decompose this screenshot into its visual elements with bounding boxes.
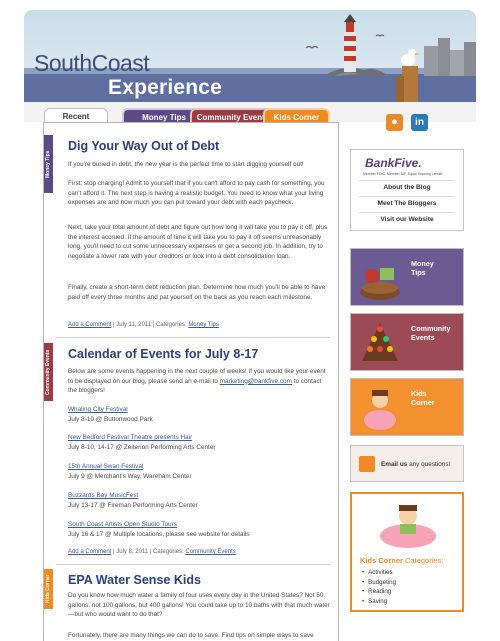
post-paragraph: Finally, create a short-term debt reduct… [68, 284, 326, 301]
meet-bloggers-link[interactable]: Meet The Bloggers [351, 200, 463, 207]
cat-line: Tips [411, 268, 426, 277]
post-paragraph: Fortunately, there are many things we ca… [68, 632, 314, 639]
kids-corner-categories: Kids Corner Categories: Activities Budge… [350, 492, 464, 612]
post-date: | July 8, 2011 | Categories: [113, 549, 184, 555]
money-tips-label: Money Tips [411, 259, 434, 277]
visit-website-link[interactable]: Visit our Website [351, 216, 463, 223]
category-ribbon: Money Tips [44, 135, 53, 193]
cat-line: Community [411, 324, 451, 333]
bank-disclaimer: Member FDIC. Member DIF. Equal Housing L… [363, 172, 444, 176]
post-divider [56, 564, 330, 565]
divider [359, 180, 455, 181]
post-paragraph: First: stop charging! Admit to yourself … [68, 180, 325, 207]
kids-title-rest: Categories: [405, 556, 444, 565]
money-tips-box[interactable]: Money Tips [350, 248, 464, 306]
event-when: July 8-10, 14-17 @ Zeiterion Performing … [68, 443, 216, 451]
category-ribbon-label: Community Events [45, 349, 51, 395]
event-link[interactable]: Whaling City Festival [68, 406, 128, 413]
category-link[interactable]: Community Events [185, 549, 235, 555]
tab-bar: Recent Money Tips Community Events Kids … [24, 102, 476, 124]
event-when: July 8-10 @ Buttonwood Park [68, 415, 153, 423]
kids-categories-list: Activities Budgeting Reading Saving [362, 568, 396, 606]
bank-box: BankFive. Member FDIC. Member DIF. Equal… [350, 149, 464, 231]
logo-southcoast[interactable]: SouthCoast [34, 50, 150, 77]
posts-panel: Money Tips Dig Your Way Out of Debt If y… [43, 122, 339, 641]
post-meta: Add a Comment | July 11, 2011 | Categori… [68, 322, 219, 328]
kids-category-item[interactable]: Budgeting [362, 578, 396, 588]
kids-categories-title: Kids Corner Categories: [360, 556, 443, 565]
kids-category-item[interactable]: Saving [362, 597, 396, 607]
email-us-bold[interactable]: Email us [381, 461, 407, 468]
bankfive-logo[interactable]: BankFive. [365, 156, 422, 170]
event-when: July 16 & 17 @ Multiple locations, pleas… [68, 530, 250, 538]
event-item: Buzzards Bay MusicFest July 13-17 @ Fire… [68, 491, 330, 510]
post-paragraph: If you're buried in debt, the new year i… [68, 161, 304, 168]
event-item: New Bedford Festival Theatre presents Ha… [68, 433, 330, 452]
cat-line: Money [411, 259, 434, 268]
post-title[interactable]: Calendar of Events for July 8-17 [68, 347, 258, 361]
category-ribbon-label: Money Tips [45, 150, 51, 178]
piggy-bank-illustration [380, 505, 436, 548]
category-ribbon-label: Kids Corner [45, 574, 51, 604]
cat-line: Events [411, 333, 435, 342]
event-when: July 9 @ Merchant's Way, Wareham Center [68, 472, 192, 480]
post-title[interactable]: Dig Your Way Out of Debt [68, 139, 219, 153]
post-paragraph: Next, take your total amount of debt and… [68, 224, 328, 260]
event-link[interactable]: Buzzards Bay MusicFest [68, 492, 138, 499]
event-item: Whaling City Festival July 8-10 @ Button… [68, 405, 330, 424]
kids-corner-illustration [364, 390, 396, 430]
post-paragraph: Below are some events happening in the n… [68, 367, 330, 396]
kids-category-item[interactable]: Activities [362, 568, 396, 578]
site-header: SouthCoast Experience [24, 10, 476, 102]
rss-icon[interactable]: ● [386, 114, 403, 131]
community-events-illustration [362, 323, 398, 361]
email-box[interactable]: Email us any questions! [350, 445, 464, 482]
community-events-label: Community Events [411, 324, 451, 342]
post-divider [56, 337, 330, 338]
event-link[interactable]: South Coast Artists Open Studio Tours [68, 521, 177, 528]
event-item: South Coast Artists Open Studio Tours Ju… [68, 520, 330, 539]
kids-corner-box[interactable]: Kids Corner [350, 378, 464, 436]
money-tips-illustration [360, 268, 400, 300]
post-title[interactable]: EPA Water Sense Kids [68, 573, 201, 587]
category-ribbon: Community Events [44, 343, 53, 401]
post-meta: Add a Comment | July 8, 2011 | Categorie… [68, 549, 236, 555]
post-paragraph: Do you know how much water a family of f… [68, 592, 330, 619]
add-comment-link[interactable]: Add a Comment [68, 322, 111, 328]
event-item: 15th Annual Swan Festival July 9 @ Merch… [68, 462, 330, 481]
email-us-text: Email us any questions! [381, 461, 450, 468]
kids-category-item[interactable]: Reading [362, 587, 396, 597]
kids-title-bold: Kids Corner [360, 556, 403, 565]
post-date: | July 11, 2011 | Categories: [113, 322, 187, 328]
community-events-box[interactable]: Community Events [350, 313, 464, 371]
divider [359, 212, 455, 213]
cat-line: Kids [411, 389, 427, 398]
about-blog-link[interactable]: About the Blog [351, 184, 463, 191]
logo-experience[interactable]: Experience [108, 76, 222, 100]
event-link[interactable]: 15th Annual Swan Festival [68, 463, 143, 470]
linkedin-icon[interactable]: in [411, 114, 428, 131]
kids-corner-label: Kids Corner [411, 389, 435, 407]
add-comment-link[interactable]: Add a Comment [68, 549, 111, 555]
email-us-rest: any questions! [409, 461, 451, 468]
category-ribbon: Kids Corner [44, 569, 53, 609]
cat-line: Corner [411, 398, 435, 407]
event-link[interactable]: New Bedford Festival Theatre presents Ha… [68, 434, 192, 441]
event-when: July 13-17 @ Fireman Performing Arts Cen… [68, 501, 198, 509]
divider [359, 196, 455, 197]
email-link[interactable]: marketing@bankfive.com [220, 378, 292, 385]
category-link[interactable]: Money Tips [188, 322, 219, 328]
envelope-icon [359, 456, 375, 472]
